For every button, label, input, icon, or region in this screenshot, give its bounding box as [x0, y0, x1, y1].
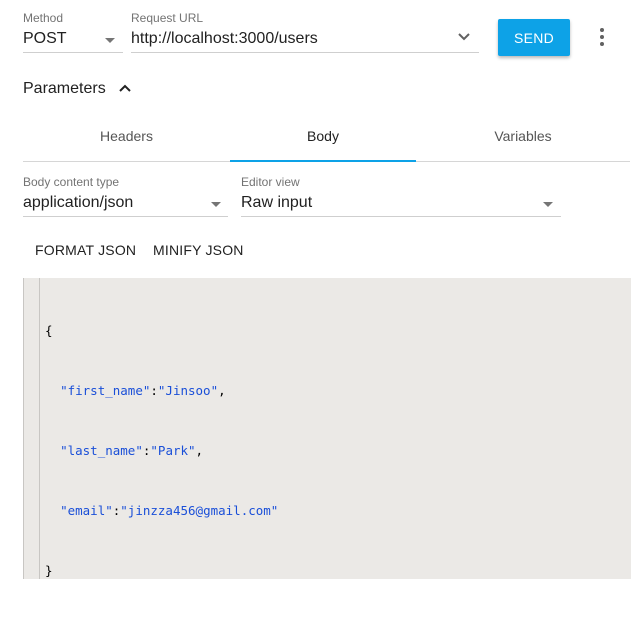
tab-body[interactable]: Body — [230, 128, 416, 144]
send-button[interactable]: SEND — [498, 19, 570, 56]
url-label: Request URL — [131, 11, 204, 25]
code-line: { — [45, 323, 53, 338]
caret-down-icon — [543, 202, 553, 207]
content-type-label: Body content type — [23, 175, 120, 189]
chevron-up-icon — [119, 84, 131, 92]
parameters-title: Parameters — [23, 80, 106, 97]
editor-view-select[interactable]: Raw input — [241, 192, 561, 217]
minify-json-button[interactable]: MINIFY JSON — [153, 242, 244, 258]
code-line: "last_name":"Park", — [60, 443, 204, 458]
tab-bar: Headers Body Variables — [23, 118, 630, 162]
more-vert-icon[interactable] — [600, 28, 604, 46]
tab-headers[interactable]: Headers — [23, 128, 230, 144]
method-label: Method — [23, 11, 64, 25]
code-line: "first_name":"Jinsoo", — [60, 383, 226, 398]
method-value: POST — [23, 30, 67, 47]
editor-content[interactable]: { "first_name":"Jinsoo", "last_name":"Pa… — [45, 281, 278, 621]
code-editor[interactable]: { "first_name":"Jinsoo", "last_name":"Pa… — [23, 278, 631, 579]
caret-down-icon — [105, 38, 115, 43]
url-value: http://localhost:3000/users — [131, 30, 318, 47]
editor-gutter — [24, 278, 40, 579]
active-tab-indicator — [230, 160, 416, 162]
method-select[interactable]: POST — [23, 28, 123, 53]
code-line: "email":"jinzza456@gmail.com" — [60, 503, 279, 518]
url-input[interactable]: http://localhost:3000/users — [131, 28, 479, 53]
editor-view-value: Raw input — [241, 194, 313, 211]
content-type-value: application/json — [23, 194, 134, 211]
parameters-toggle[interactable]: Parameters — [23, 78, 143, 100]
editor-view-label: Editor view — [241, 175, 300, 189]
caret-down-icon — [211, 202, 221, 207]
tab-variables[interactable]: Variables — [416, 128, 630, 144]
chevron-down-icon[interactable] — [457, 32, 471, 42]
code-line: } — [45, 563, 53, 578]
format-json-button[interactable]: FORMAT JSON — [35, 242, 136, 258]
content-type-select[interactable]: application/json — [23, 192, 228, 217]
